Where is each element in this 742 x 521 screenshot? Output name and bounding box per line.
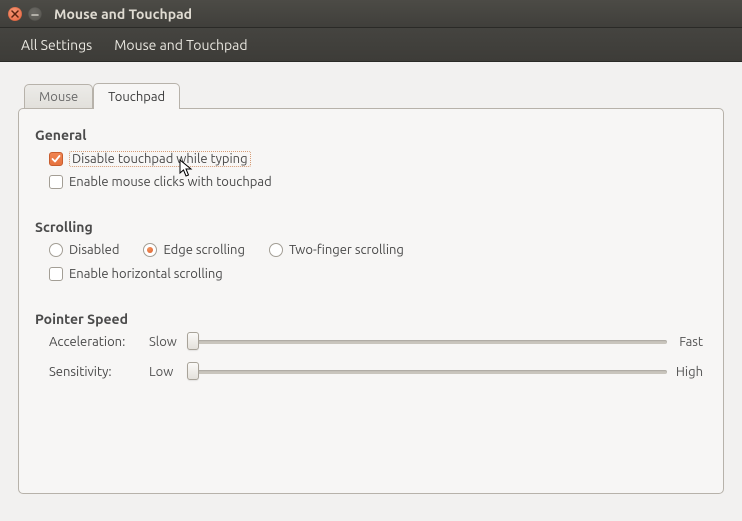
- label-disable-while-typing: Disable touchpad while typing: [69, 151, 251, 167]
- tabs-row: Mouse Touchpad: [24, 82, 724, 108]
- breadcrumb-current[interactable]: Mouse and Touchpad: [103, 30, 258, 60]
- radio-input-edge[interactable]: [143, 243, 157, 257]
- label-acceleration: Acceleration:: [49, 335, 149, 349]
- slider-thumb-sensitivity[interactable]: [187, 362, 199, 380]
- radio-scrolling-edge[interactable]: Edge scrolling: [143, 243, 244, 257]
- section-title-scrolling: Scrolling: [35, 219, 703, 235]
- option-horizontal-scrolling[interactable]: Enable horizontal scrolling: [49, 267, 703, 281]
- checkbox-disable-while-typing[interactable]: [49, 152, 63, 166]
- radio-label-edge: Edge scrolling: [163, 243, 244, 257]
- option-disable-while-typing[interactable]: Disable touchpad while typing: [49, 151, 703, 167]
- settings-panel: General Disable touchpad while typing En…: [18, 108, 724, 494]
- tab-touchpad[interactable]: Touchpad: [93, 83, 180, 109]
- radio-input-two-finger[interactable]: [269, 243, 283, 257]
- radio-label-two-finger: Two-finger scrolling: [289, 243, 404, 257]
- section-title-pointer-speed: Pointer Speed: [35, 311, 703, 327]
- window-close-button[interactable]: [8, 7, 22, 21]
- tab-mouse[interactable]: Mouse: [24, 84, 93, 110]
- label-sensitivity: Sensitivity:: [49, 365, 149, 379]
- checkbox-horizontal-scrolling[interactable]: [49, 267, 63, 281]
- slider-thumb-acceleration[interactable]: [187, 332, 199, 350]
- label-horizontal-scrolling: Enable horizontal scrolling: [69, 267, 223, 281]
- titlebar[interactable]: Mouse and Touchpad: [0, 0, 742, 28]
- label-acceleration-low: Slow: [149, 335, 187, 349]
- section-title-general: General: [35, 127, 703, 143]
- pointer-speed-grid: Acceleration: Slow Fast Sensitivity: Low…: [49, 335, 703, 379]
- checkbox-enable-mouse-clicks[interactable]: [49, 175, 63, 189]
- radio-label-disabled: Disabled: [69, 243, 119, 257]
- label-acceleration-high: Fast: [667, 335, 703, 349]
- window-minimize-button[interactable]: [28, 7, 42, 21]
- radio-input-disabled[interactable]: [49, 243, 63, 257]
- toolbar: All Settings Mouse and Touchpad: [0, 28, 742, 62]
- slider-sensitivity[interactable]: [187, 370, 667, 374]
- label-sensitivity-high: High: [667, 365, 703, 379]
- window: Mouse and Touchpad All Settings Mouse an…: [0, 0, 742, 512]
- window-title: Mouse and Touchpad: [54, 6, 192, 22]
- label-enable-mouse-clicks: Enable mouse clicks with touchpad: [69, 175, 272, 189]
- radio-scrolling-two-finger[interactable]: Two-finger scrolling: [269, 243, 404, 257]
- radio-scrolling-disabled[interactable]: Disabled: [49, 243, 119, 257]
- all-settings-button[interactable]: All Settings: [10, 30, 103, 60]
- label-sensitivity-low: Low: [149, 365, 187, 379]
- option-enable-mouse-clicks[interactable]: Enable mouse clicks with touchpad: [49, 175, 703, 189]
- slider-acceleration[interactable]: [187, 340, 667, 344]
- scrolling-radio-group: Disabled Edge scrolling Two-finger scrol…: [49, 243, 703, 257]
- content-area: Mouse Touchpad General Disable touchpad …: [0, 62, 742, 512]
